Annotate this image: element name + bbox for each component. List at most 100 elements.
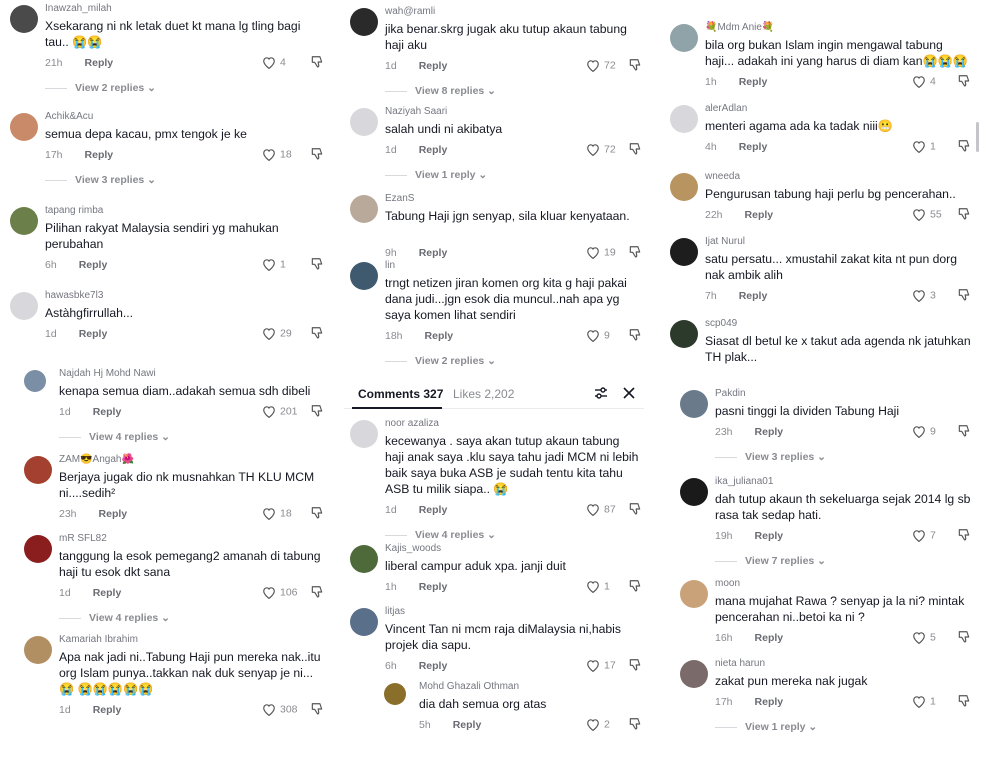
dislike-button[interactable]	[957, 630, 971, 649]
reply-button[interactable]: Reply	[419, 504, 448, 516]
avatar[interactable]	[350, 420, 378, 448]
heart-icon[interactable]	[912, 75, 926, 89]
heart-icon[interactable]	[586, 503, 600, 517]
avatar[interactable]	[24, 370, 46, 392]
reply-button[interactable]: Reply	[755, 632, 784, 644]
view-replies-link[interactable]: View 4 replies ⌄	[59, 431, 170, 443]
like-button[interactable]: 201	[262, 405, 298, 419]
avatar[interactable]	[680, 390, 708, 418]
like-button[interactable]: 87	[586, 503, 616, 517]
comment-username[interactable]: Ijat Nurul	[705, 236, 745, 247]
reply-button[interactable]: Reply	[739, 141, 768, 153]
like-button[interactable]: 18	[262, 148, 292, 162]
dislike-button[interactable]	[957, 694, 971, 713]
like-button[interactable]: 4	[912, 75, 936, 89]
dislike-icon[interactable]	[957, 288, 971, 302]
view-replies-link[interactable]: View 7 replies ⌄	[715, 555, 826, 567]
dislike-button[interactable]	[628, 579, 642, 598]
avatar[interactable]	[350, 608, 378, 636]
reply-button[interactable]: Reply	[425, 330, 454, 342]
scrollbar-thumb[interactable]	[976, 122, 979, 152]
heart-icon[interactable]	[586, 59, 600, 73]
close-icon[interactable]	[623, 387, 635, 399]
reply-button[interactable]: Reply	[419, 247, 448, 259]
reply-button[interactable]: Reply	[85, 149, 114, 161]
reply-button[interactable]: Reply	[745, 209, 774, 221]
reply-button[interactable]: Reply	[99, 508, 128, 520]
dislike-icon[interactable]	[310, 585, 324, 599]
heart-icon[interactable]	[912, 208, 926, 222]
reply-button[interactable]: Reply	[419, 60, 448, 72]
comment-username[interactable]: Inawzah_milah	[45, 3, 112, 14]
dislike-button[interactable]	[310, 404, 324, 423]
dislike-button[interactable]	[628, 717, 642, 736]
like-button[interactable]: 106	[262, 586, 298, 600]
heart-icon[interactable]	[912, 631, 926, 645]
reply-button[interactable]: Reply	[93, 406, 122, 418]
dislike-icon[interactable]	[628, 142, 642, 156]
comment-username[interactable]: ika_juliana01	[715, 476, 773, 487]
dislike-icon[interactable]	[310, 326, 324, 340]
like-button[interactable]: 9	[912, 425, 936, 439]
dislike-icon[interactable]	[628, 245, 642, 259]
like-button[interactable]: 29	[262, 327, 292, 341]
dislike-icon[interactable]	[310, 702, 324, 716]
heart-icon[interactable]	[262, 56, 276, 70]
heart-icon[interactable]	[262, 586, 276, 600]
reply-button[interactable]: Reply	[419, 660, 448, 672]
comment-username[interactable]: alerAdlan	[705, 103, 747, 114]
comment-username[interactable]: tapang rimba	[45, 205, 103, 216]
dislike-button[interactable]	[628, 58, 642, 77]
dislike-icon[interactable]	[957, 74, 971, 88]
like-button[interactable]: 19	[586, 246, 616, 260]
dislike-icon[interactable]	[628, 658, 642, 672]
dislike-button[interactable]	[310, 506, 324, 525]
view-replies-link[interactable]: View 2 replies ⌄	[45, 82, 156, 94]
comment-username[interactable]: mR SFL82	[59, 533, 107, 544]
comment-username[interactable]: Achik&Acu	[45, 111, 93, 122]
heart-icon[interactable]	[586, 246, 600, 260]
like-button[interactable]: 5	[912, 631, 936, 645]
comment-username[interactable]: hawasbke7l3	[45, 290, 103, 301]
dislike-icon[interactable]	[628, 328, 642, 342]
view-replies-link[interactable]: View 4 replies ⌄	[385, 529, 496, 541]
view-replies-link[interactable]: View 3 replies ⌄	[45, 174, 156, 186]
heart-icon[interactable]	[262, 148, 276, 162]
avatar[interactable]	[680, 580, 708, 608]
avatar[interactable]	[350, 262, 378, 290]
view-replies-link[interactable]: View 4 replies ⌄	[59, 612, 170, 624]
comment-username[interactable]: nieta harun	[715, 658, 765, 669]
comment-username[interactable]: lin	[385, 260, 395, 271]
view-replies-link[interactable]: View 2 replies ⌄	[385, 355, 496, 367]
dislike-button[interactable]	[310, 326, 324, 345]
dislike-button[interactable]	[628, 658, 642, 677]
avatar[interactable]	[670, 320, 698, 348]
reply-button[interactable]: Reply	[739, 290, 768, 302]
reply-button[interactable]: Reply	[755, 426, 784, 438]
dislike-icon[interactable]	[628, 717, 642, 731]
comment-username[interactable]: Najdah Hj Mohd Nawi	[59, 368, 156, 379]
heart-icon[interactable]	[586, 659, 600, 673]
like-button[interactable]: 1	[912, 140, 936, 154]
heart-icon[interactable]	[586, 329, 600, 343]
comment-username[interactable]: EzanS	[385, 193, 414, 204]
reply-button[interactable]: Reply	[755, 530, 784, 542]
heart-icon[interactable]	[262, 507, 276, 521]
comment-username[interactable]: Kamariah Ibrahim	[59, 634, 138, 645]
dislike-icon[interactable]	[957, 630, 971, 644]
like-button[interactable]: 1	[586, 580, 610, 594]
dislike-icon[interactable]	[310, 257, 324, 271]
like-button[interactable]: 1	[262, 258, 286, 272]
dislike-icon[interactable]	[310, 147, 324, 161]
dislike-icon[interactable]	[628, 579, 642, 593]
like-button[interactable]: 72	[586, 143, 616, 157]
reply-button[interactable]: Reply	[419, 144, 448, 156]
dislike-button[interactable]	[310, 702, 324, 721]
tab-likes[interactable]: Likes 2,202	[453, 387, 514, 401]
dislike-button[interactable]	[628, 502, 642, 521]
heart-icon[interactable]	[262, 703, 276, 717]
like-button[interactable]: 72	[586, 59, 616, 73]
avatar[interactable]	[384, 683, 406, 705]
like-button[interactable]: 17	[586, 659, 616, 673]
view-replies-link[interactable]: View 3 replies ⌄	[715, 451, 826, 463]
